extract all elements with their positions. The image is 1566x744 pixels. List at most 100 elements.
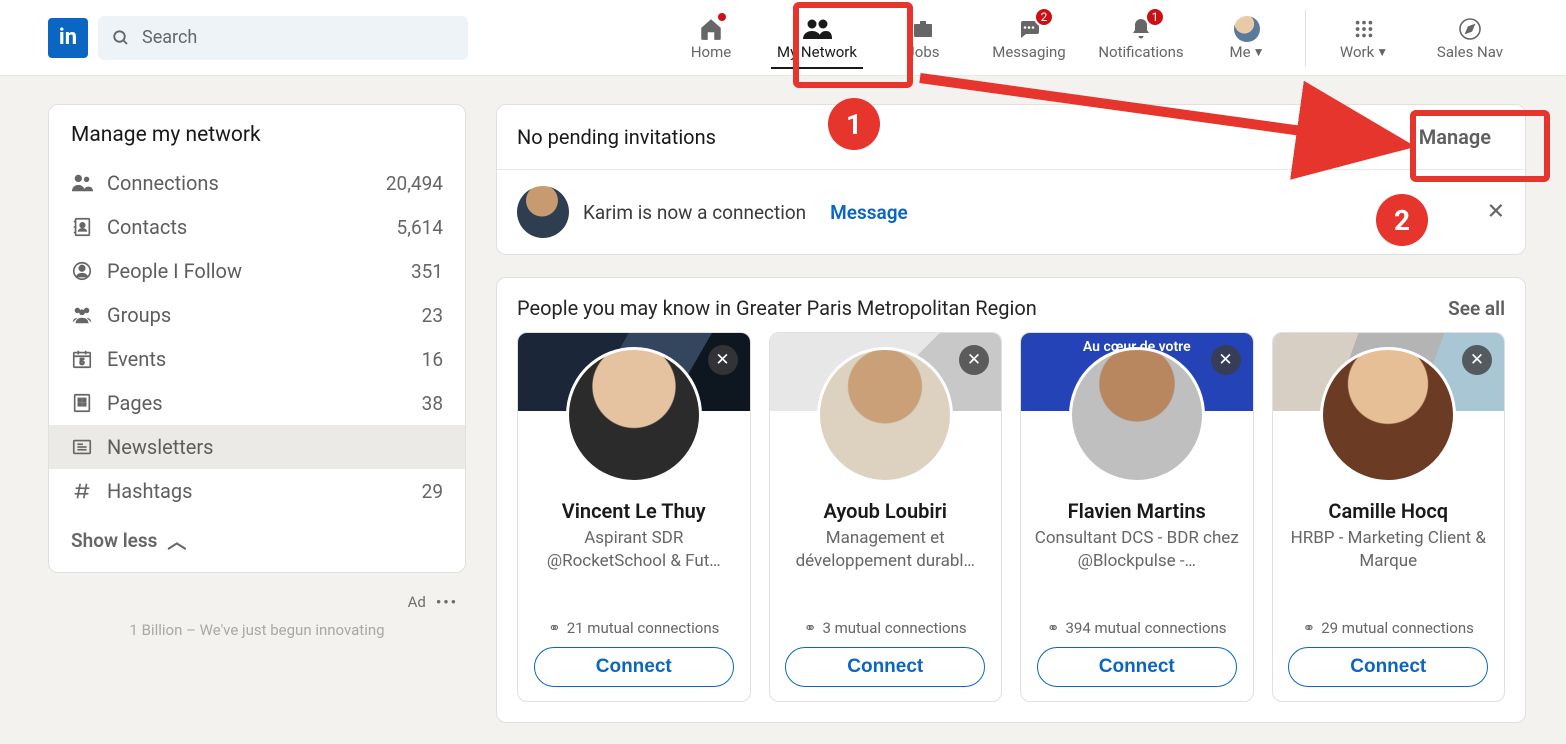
nav-items: Home My Network Jobs 2 Messaging 1 <box>661 0 1526 75</box>
hashtag-icon <box>71 480 107 502</box>
groups-icon <box>71 304 107 326</box>
mn-count: 351 <box>411 260 443 283</box>
briefcase-icon <box>910 15 936 43</box>
person-avatar[interactable] <box>1069 347 1205 483</box>
main-content: Manage my network Connections 20,494 Con… <box>0 76 1566 723</box>
mn-contacts[interactable]: Contacts 5,614 <box>49 205 465 249</box>
mn-label: Connections <box>107 171 386 195</box>
search-input[interactable]: Search <box>98 16 468 60</box>
dismiss-icon[interactable]: ✕ <box>1462 345 1492 375</box>
connect-button[interactable]: Connect <box>1037 647 1237 687</box>
person-name[interactable]: Vincent Le Thuy <box>562 499 706 523</box>
nav-notifications[interactable]: 1 Notifications <box>1085 0 1197 75</box>
left-column: Manage my network Connections 20,494 Con… <box>48 104 466 723</box>
invitations-panel: No pending invitations Manage Karim is n… <box>496 104 1526 255</box>
mn-count: 20,494 <box>386 172 443 195</box>
mn-label: Newsletters <box>107 435 443 459</box>
avatar-icon <box>1234 15 1260 43</box>
pymk-title: People you may know in Greater Paris Met… <box>517 296 1037 320</box>
connect-button[interactable]: Connect <box>534 647 734 687</box>
mn-label: People I Follow <box>107 259 411 283</box>
follow-icon <box>71 260 107 282</box>
connection-text: Karim is now a connection <box>583 201 806 224</box>
see-all-link[interactable]: See all <box>1448 297 1505 320</box>
caret-down-icon: ▼ <box>1253 45 1265 59</box>
connect-button[interactable]: Connect <box>785 647 985 687</box>
person-card: ✕ Vincent Le Thuy Aspirant SDR @RocketSc… <box>517 332 751 702</box>
person-avatar[interactable] <box>566 347 702 483</box>
people-grid: ✕ Vincent Le Thuy Aspirant SDR @RocketSc… <box>517 332 1505 702</box>
home-icon <box>698 15 724 43</box>
mn-label: Contacts <box>107 215 397 239</box>
mn-events[interactable]: 5 Events 16 <box>49 337 465 381</box>
right-column: No pending invitations Manage Karim is n… <box>496 104 1526 723</box>
search-placeholder: Search <box>142 27 197 48</box>
nav-messaging[interactable]: 2 Messaging <box>973 0 1085 75</box>
mn-newsletters[interactable]: Newsletters <box>49 425 465 469</box>
linkedin-logo[interactable]: in <box>48 18 88 58</box>
connection-notice: Karim is now a connection Message ✕ <box>497 170 1525 254</box>
connect-button[interactable]: Connect <box>1288 647 1488 687</box>
avatar <box>1234 16 1260 42</box>
person-card: Au cœur de votre ✕ Flavien Martins Consu… <box>1020 332 1254 702</box>
mn-count: 16 <box>422 348 443 371</box>
top-nav: in Search Home My Network Jobs <box>0 0 1566 76</box>
nav-label: Notifications <box>1098 43 1183 61</box>
mn-label: Hashtags <box>107 479 422 503</box>
nav-me[interactable]: Me▼ <box>1197 0 1297 75</box>
bell-icon: 1 <box>1129 15 1153 43</box>
ad-menu-icon[interactable]: ••• <box>436 593 458 611</box>
person-title: Consultant DCS - BDR chez @Blockpulse -… <box>1031 527 1243 573</box>
nav-home[interactable]: Home <box>661 0 761 75</box>
newsletter-icon <box>71 436 107 458</box>
link-icon: ⚭ <box>548 619 561 637</box>
pages-icon <box>71 392 107 414</box>
connection-avatar[interactable] <box>517 186 569 238</box>
person-avatar[interactable] <box>817 347 953 483</box>
person-title: Management et développement durabl… <box>780 527 992 573</box>
link-icon: ⚭ <box>1047 619 1060 637</box>
ad-tagline: 1 Billion – We've just begun innovating <box>48 621 466 639</box>
mn-pages[interactable]: Pages 38 <box>49 381 465 425</box>
mn-count: 38 <box>422 392 443 415</box>
close-icon[interactable]: ✕ <box>1487 200 1505 225</box>
connections-icon <box>71 172 107 194</box>
dismiss-icon[interactable]: ✕ <box>708 345 738 375</box>
mn-people-follow[interactable]: People I Follow 351 <box>49 249 465 293</box>
nav-label: Messaging <box>992 43 1065 61</box>
person-title: HRBP - Marketing Client & Marque <box>1283 527 1495 573</box>
manage-network-panel: Manage my network Connections 20,494 Con… <box>48 104 466 573</box>
notifications-badge: 1 <box>1145 7 1165 27</box>
person-name[interactable]: Flavien Martins <box>1068 499 1206 523</box>
dismiss-icon[interactable]: ✕ <box>959 345 989 375</box>
mutual-connections: ⚭ 394 mutual connections <box>1047 609 1227 637</box>
nav-label: Sales Nav <box>1437 43 1503 61</box>
mn-connections[interactable]: Connections 20,494 <box>49 161 465 205</box>
ad-header: Ad ••• <box>48 593 466 611</box>
dismiss-icon[interactable]: ✕ <box>1211 345 1241 375</box>
person-card: ✕ Camille Hocq HRBP - Marketing Client &… <box>1272 332 1506 702</box>
message-button[interactable]: Message <box>830 201 908 224</box>
nav-label: Home <box>691 43 731 61</box>
person-name[interactable]: Ayoub Loubiri <box>824 499 947 523</box>
home-badge <box>716 11 728 23</box>
manage-button[interactable]: Manage <box>1405 119 1505 155</box>
person-name[interactable]: Camille Hocq <box>1328 499 1448 523</box>
mn-label: Groups <box>107 303 422 327</box>
nav-mynetwork[interactable]: My Network <box>761 0 873 75</box>
nav-jobs[interactable]: Jobs <box>873 0 973 75</box>
show-less-label: Show less <box>71 529 157 552</box>
nav-salesnav[interactable]: Sales Nav <box>1414 0 1526 75</box>
grid-icon <box>1353 15 1375 43</box>
person-title: Aspirant SDR @RocketSchool & Fut… <box>528 527 740 573</box>
mn-groups[interactable]: Groups 23 <box>49 293 465 337</box>
nav-label: Jobs <box>907 43 940 61</box>
mn-hashtags[interactable]: Hashtags 29 <box>49 469 465 513</box>
messaging-icon: 2 <box>1016 15 1042 43</box>
show-less-toggle[interactable]: Show less ︿ <box>49 513 465 572</box>
nav-label: Work <box>1340 43 1374 61</box>
nav-label: Me <box>1230 43 1251 61</box>
person-avatar[interactable] <box>1320 347 1456 483</box>
person-card: ✕ Ayoub Loubiri Management et développem… <box>769 332 1003 702</box>
nav-work[interactable]: Work▼ <box>1314 0 1414 75</box>
